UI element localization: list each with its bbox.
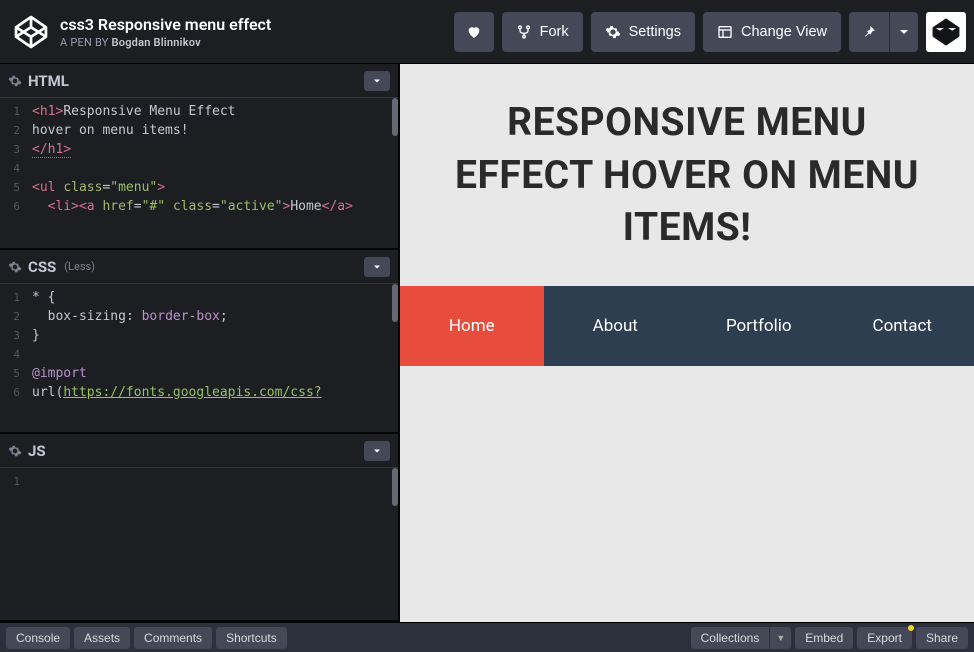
preview-menu: Home About Portfolio Contact xyxy=(400,286,974,366)
gear-icon[interactable] xyxy=(8,260,22,274)
editor-column: HTML 123456 <h1>Responsive Menu Effect h… xyxy=(0,64,400,622)
panel-html-title: HTML xyxy=(28,72,69,90)
css-code: * { box-sizing: border-box; } @import ur… xyxy=(0,284,398,406)
gear-icon[interactable] xyxy=(8,444,22,458)
gear-icon[interactable] xyxy=(8,74,22,88)
panel-js-header: JS xyxy=(0,434,398,468)
codepen-logo[interactable] xyxy=(14,15,48,49)
pin-button[interactable] xyxy=(849,12,889,52)
author-link[interactable]: Bogdan Blinnikov xyxy=(112,36,201,49)
app-header: css3 Responsive menu effect A PEN BY Bog… xyxy=(0,0,974,64)
panel-html: HTML 123456 <h1>Responsive Menu Effect h… xyxy=(0,64,398,250)
settings-button[interactable]: Settings xyxy=(591,12,695,52)
js-gutter: 1 xyxy=(0,468,26,491)
share-button[interactable]: Share xyxy=(916,627,968,649)
html-code: <h1>Responsive Menu Effect hover on menu… xyxy=(0,98,398,220)
change-view-button[interactable]: Change View xyxy=(703,12,841,52)
menu-item-contact[interactable]: Contact xyxy=(831,286,974,366)
panel-html-collapse[interactable] xyxy=(364,71,390,91)
panel-html-header: HTML xyxy=(0,64,398,98)
collections-dropdown[interactable]: ▼ xyxy=(769,627,791,649)
preview-pane: Responsive Menu Effect hover on menu ite… xyxy=(400,64,974,622)
export-button[interactable]: Export xyxy=(857,627,912,649)
assets-button[interactable]: Assets xyxy=(74,627,130,649)
panel-css-sub: (Less) xyxy=(64,260,95,273)
console-button[interactable]: Console xyxy=(6,627,70,649)
main-area: HTML 123456 <h1>Responsive Menu Effect h… xyxy=(0,64,974,622)
fork-button[interactable]: Fork xyxy=(502,12,583,52)
menu-item-home[interactable]: Home xyxy=(400,286,544,366)
user-avatar[interactable] xyxy=(926,12,966,52)
embed-button[interactable]: Embed xyxy=(795,627,853,649)
panel-css: CSS (Less) 123456 * { box-sizing: border… xyxy=(0,250,398,434)
panel-js-collapse[interactable] xyxy=(364,441,390,461)
panel-js: JS 1 xyxy=(0,434,398,622)
menu-item-portfolio[interactable]: Portfolio xyxy=(687,286,831,366)
notification-dot xyxy=(908,625,914,631)
shortcuts-button[interactable]: Shortcuts xyxy=(216,627,287,649)
pin-dropdown[interactable] xyxy=(889,12,918,52)
html-editor[interactable]: 123456 <h1>Responsive Menu Effect hover … xyxy=(0,98,398,248)
preview-heading: Responsive Menu Effect hover on menu ite… xyxy=(400,64,974,286)
css-gutter: 123456 xyxy=(0,284,26,402)
pen-title: css3 Responsive menu effect xyxy=(60,15,454,34)
collections-group: Collections ▼ xyxy=(691,627,792,649)
css-editor[interactable]: 123456 * { box-sizing: border-box; } @im… xyxy=(0,284,398,432)
html-gutter: 123456 xyxy=(0,98,26,216)
collections-button[interactable]: Collections xyxy=(691,627,770,649)
comments-button[interactable]: Comments xyxy=(134,627,212,649)
footer-bar: Console Assets Comments Shortcuts Collec… xyxy=(0,622,974,652)
js-code xyxy=(0,468,398,476)
header-actions: Fork Settings Change View xyxy=(454,12,966,52)
heart-button[interactable] xyxy=(454,12,494,52)
pin-group xyxy=(849,12,918,52)
panel-css-collapse[interactable] xyxy=(364,257,390,277)
menu-item-about[interactable]: About xyxy=(544,286,688,366)
title-block: css3 Responsive menu effect A PEN BY Bog… xyxy=(60,15,454,49)
pen-byline: A PEN BY Bogdan Blinnikov xyxy=(60,36,454,49)
js-editor[interactable]: 1 xyxy=(0,468,398,620)
panel-css-header: CSS (Less) xyxy=(0,250,398,284)
panel-js-title: JS xyxy=(28,442,46,460)
panel-css-title: CSS xyxy=(28,258,56,276)
